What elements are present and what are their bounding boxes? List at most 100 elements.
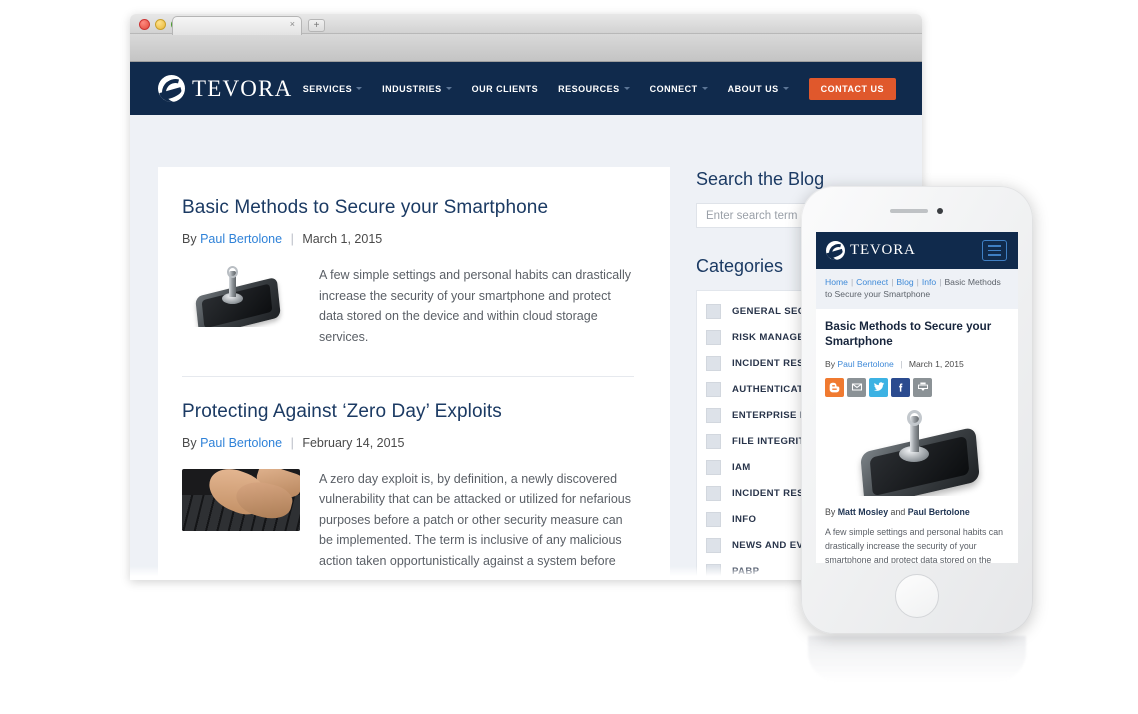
breadcrumb-link-home[interactable]: Home <box>825 277 848 287</box>
breadcrumb-link-info[interactable]: Info <box>922 277 936 287</box>
nav-label: SERVICES <box>302 83 353 94</box>
nav-item-our-clients[interactable]: OUR CLIENTS <box>472 84 539 94</box>
post-author-link[interactable]: Paul Bertolone <box>200 232 282 246</box>
post-date: February 14, 2015 <box>302 435 405 450</box>
breadcrumb-separator: | <box>850 277 854 287</box>
post-excerpt: A few simple settings and personal habit… <box>319 268 631 344</box>
by-label: By <box>182 232 197 246</box>
category-checkbox[interactable] <box>706 355 721 371</box>
category-checkbox[interactable] <box>706 303 721 319</box>
meta-separator: | <box>290 232 294 246</box>
mobile-tevora-logo[interactable]: TEVORA <box>826 241 916 260</box>
nav-label: ABOUT US <box>727 83 779 94</box>
post-body: A few simple settings and personal habit… <box>182 265 634 372</box>
close-window-button[interactable] <box>139 19 150 30</box>
breadcrumb-separator: | <box>939 277 942 287</box>
mobile-navigation-bar: TEVORA <box>816 232 1018 269</box>
hamburger-icon[interactable] <box>982 240 1007 261</box>
logo-wordmark: TEVORA <box>192 75 293 101</box>
nav-label: OUR CLIENTS <box>471 83 539 94</box>
tevora-logo[interactable]: TEVORA <box>158 75 292 102</box>
post-date: March 1, 2015 <box>302 232 383 246</box>
print-share-icon[interactable] <box>913 377 932 397</box>
by-label: By <box>182 435 197 450</box>
browser-titlebar: × + <box>130 14 922 35</box>
post-author-link[interactable]: Paul Bertolone <box>200 436 282 450</box>
by-label: By <box>825 506 836 517</box>
browser-tab-strip: × <box>172 16 302 35</box>
category-checkbox[interactable] <box>706 329 721 345</box>
nav-item-resources[interactable]: RESOURCES <box>558 84 630 94</box>
close-tab-icon[interactable]: × <box>290 20 295 29</box>
category-label: IAM <box>732 461 751 473</box>
category-checkbox[interactable] <box>706 433 721 449</box>
author-one: Matt Mosley <box>837 506 889 517</box>
mobile-article-image <box>825 407 1009 496</box>
phone-earpiece-speaker <box>890 209 928 213</box>
phone-front-camera <box>937 208 943 214</box>
screenshot-stage: × + TEVORA SERVICES INDUSTRIES OUR CLIEN… <box>0 0 1138 714</box>
category-label: INFO <box>732 513 757 525</box>
new-tab-button[interactable]: + <box>308 19 325 32</box>
nav-item-connect[interactable]: CONNECT <box>650 84 708 94</box>
contact-us-button[interactable]: CONTACT US <box>808 77 896 100</box>
mobile-article-authors: By Matt Mosley and Paul Bertolone <box>825 507 1009 517</box>
phone-screen: TEVORA Home | Connect | Blog | Info | Basic Meth… <box>816 232 1018 563</box>
post-title[interactable]: Protecting Against ‘Zero Day’ Exploits <box>182 401 634 423</box>
phone-home-button[interactable] <box>895 574 939 618</box>
category-checkbox[interactable] <box>706 381 721 397</box>
post-meta: By Paul Bertolone | March 1, 2015 <box>182 232 634 246</box>
share-button-row <box>825 377 1009 397</box>
chevron-down-icon <box>445 87 452 90</box>
blog-post-list: Basic Methods to Secure your Smartphone … <box>158 167 670 580</box>
nav-label: RESOURCES <box>558 83 620 94</box>
post-thumbnail[interactable] <box>182 468 300 581</box>
breadcrumb: Home | Connect | Blog | Info | Basic Methods to … <box>816 269 1018 309</box>
mobile-author-link[interactable]: Paul Bertolone <box>837 359 893 369</box>
category-checkbox[interactable] <box>706 485 721 501</box>
by-label: By <box>825 358 836 369</box>
post-excerpt: A zero day exploit is, by definition, a … <box>319 471 634 581</box>
category-label: PABP <box>732 565 760 577</box>
author-two: Paul Bertolone <box>907 506 970 517</box>
chevron-down-icon <box>623 87 630 90</box>
breadcrumb-link-connect[interactable]: Connect <box>856 277 888 287</box>
category-checkbox[interactable] <box>706 511 721 527</box>
mobile-article-date: March 1, 2015 <box>908 358 964 369</box>
mobile-article-title: Basic Methods to Secure your Smartphone <box>825 319 992 349</box>
breadcrumb-separator: | <box>916 277 919 287</box>
nav-item-services[interactable]: SERVICES <box>302 83 363 94</box>
meta-separator: | <box>290 435 294 450</box>
post-body: A zero day exploit is, by definition, a … <box>182 468 634 581</box>
twitter-share-icon[interactable] <box>869 377 888 397</box>
phone-reflection <box>808 636 1026 682</box>
category-checkbox[interactable] <box>706 459 721 475</box>
category-label: FILE INTEGRITY <box>732 435 812 447</box>
browser-toolbar <box>130 34 922 62</box>
browser-tab[interactable]: × <box>172 16 302 35</box>
minimize-window-button[interactable] <box>155 19 166 30</box>
tevora-swoosh-icon <box>158 75 185 102</box>
breadcrumb-link-blog[interactable]: Blog <box>896 277 913 287</box>
mobile-article-meta: By Paul Bertolone | March 1, 2015 <box>825 359 1009 369</box>
site-navigation-bar: TEVORA SERVICES INDUSTRIES OUR CLIENTS R… <box>130 62 922 115</box>
post-thumbnail[interactable] <box>182 265 300 348</box>
phone-mockup: TEVORA Home | Connect | Blog | Info | Basic Meth… <box>801 186 1033 634</box>
mobile-logo-wordmark: TEVORA <box>850 242 916 258</box>
post-title[interactable]: Basic Methods to Secure your Smartphone <box>182 197 634 219</box>
hands-on-keyboard-image <box>182 468 300 531</box>
email-share-icon[interactable] <box>847 377 866 397</box>
nav-item-industries[interactable]: INDUSTRIES <box>382 84 452 94</box>
mobile-article: Basic Methods to Secure your Smartphone … <box>816 309 1018 563</box>
nav-item-about-us[interactable]: ABOUT US <box>728 84 789 94</box>
nav-label: CONNECT <box>649 83 698 94</box>
nav-label: INDUSTRIES <box>382 83 442 94</box>
category-checkbox[interactable] <box>706 407 721 423</box>
facebook-share-icon[interactable] <box>891 377 910 397</box>
blog-post-item: Basic Methods to Secure your Smartphone … <box>182 197 634 376</box>
meta-separator: | <box>900 358 903 369</box>
category-checkbox[interactable] <box>706 563 721 579</box>
primary-nav: SERVICES INDUSTRIES OUR CLIENTS RESOURCE… <box>302 77 896 100</box>
blogger-share-icon[interactable] <box>825 377 844 397</box>
category-checkbox[interactable] <box>706 537 721 553</box>
